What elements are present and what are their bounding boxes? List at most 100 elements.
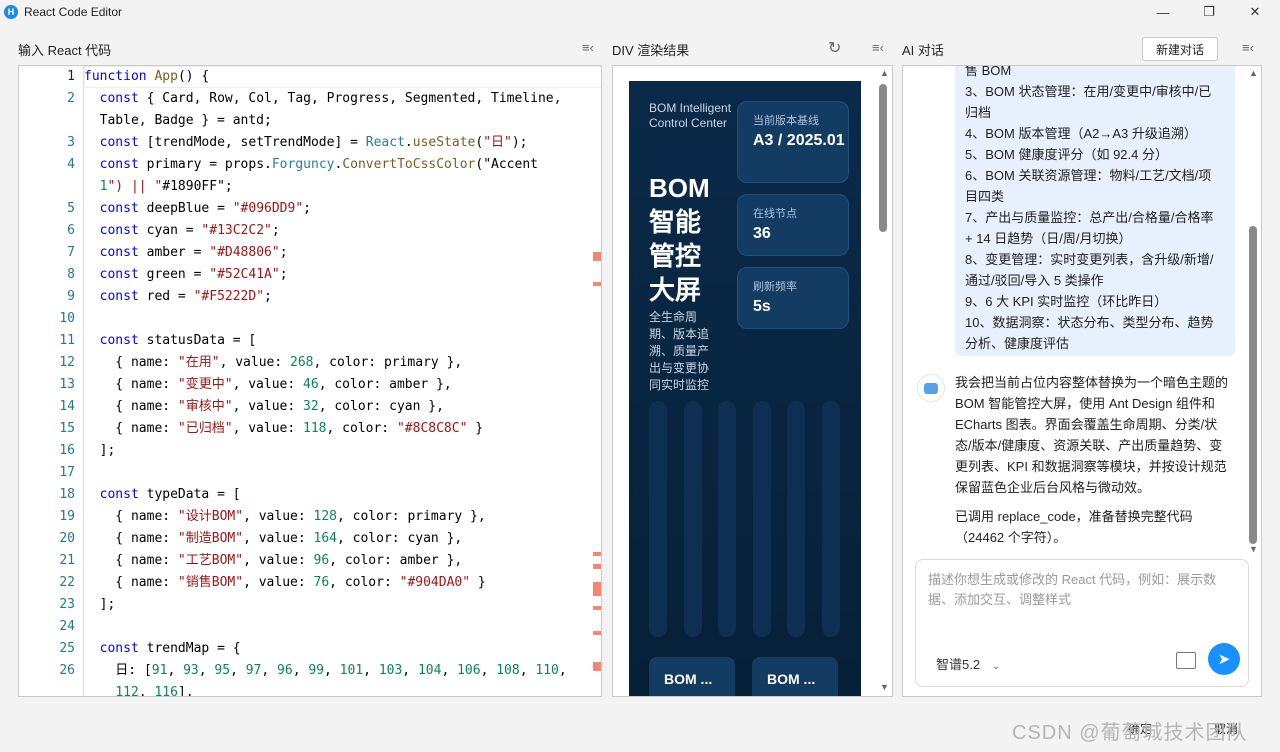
line-number: 26 [59, 663, 75, 678]
code-text: { name: "设计BOM", value: 128, color: prim… [84, 509, 486, 524]
chat-scrollbar[interactable] [1249, 226, 1257, 544]
line-number: 12 [59, 355, 75, 370]
scroll-down-icon[interactable]: ▼ [880, 682, 889, 692]
line-number: 10 [59, 311, 75, 326]
code-line[interactable]: 23 ]; [19, 594, 601, 616]
line-number: 9 [67, 289, 75, 304]
model-selector[interactable]: 智谱5.2 ⌄ [936, 654, 1000, 673]
user-message-line: 6、BOM 关联资源管理：物料/工艺/文档/项 [965, 168, 1212, 183]
screen-title: BOM 智能 管控 大屏 [649, 173, 710, 305]
line-number: 1 [67, 69, 75, 84]
code-line[interactable]: 1") || "#1890FF"; [19, 176, 601, 198]
code-line[interactable]: 19 { name: "设计BOM", value: 128, color: p… [19, 506, 601, 528]
bot-message-line: BOM 智能管控大屏，使用 Ant Design 组件和 [955, 396, 1216, 411]
code-line[interactable]: 4 const primary = props.Forguncy.Convert… [19, 154, 601, 176]
line-number: 15 [59, 421, 75, 436]
line-number: 22 [59, 575, 75, 590]
code-line[interactable]: 5 const deepBlue = "#096DD9"; [19, 198, 601, 220]
code-text: { name: "已归档", value: 118, color: "#8C8C… [84, 421, 484, 436]
code-line[interactable]: 9 const red = "#F5222D"; [19, 286, 601, 308]
user-message-line: 目四类 [965, 189, 1005, 204]
code-text: const red = "#F5222D"; [99, 289, 272, 304]
code-line[interactable]: 6 const cyan = "#13C2C2"; [19, 220, 601, 242]
line-number: 14 [59, 399, 75, 414]
code-line[interactable]: 16 ]; [19, 440, 601, 462]
scroll-up-icon[interactable]: ▲ [880, 68, 889, 78]
code-line[interactable]: 17 [19, 462, 601, 484]
code-text: const green = "#52C41A"; [99, 267, 288, 282]
collapse-editor-icon[interactable]: ≡‹ [582, 40, 594, 55]
code-text: ]; [84, 443, 116, 458]
scroll-up-icon[interactable]: ▲ [1249, 68, 1258, 78]
image-upload-icon[interactable] [1176, 652, 1196, 669]
code-text: const primary = props.Forguncy.ConvertTo… [99, 157, 538, 172]
code-line[interactable]: Table, Badge } = antd; [19, 110, 601, 132]
chat-panel: 售 BOM 3、BOM 状态管理：在用/变更中/审核中/已 归档 4、BOM 版本管理… [902, 65, 1262, 697]
refresh-card: 刷新频率 5s [737, 267, 849, 329]
code-line[interactable]: 24 [19, 616, 601, 638]
user-message-line: 归档 [965, 105, 992, 120]
chat-input[interactable]: 描述你想生成或修改的 React 代码，例如：展示数据、添加交互、调整样式 智谱… [915, 559, 1249, 687]
code-line[interactable]: 20 { name: "制造BOM", value: 164, color: c… [19, 528, 601, 550]
collapse-chat-icon[interactable]: ≡‹ [1242, 40, 1254, 55]
chevron-down-icon: ⌄ [991, 661, 1001, 672]
line-number: 2 [67, 91, 75, 106]
dashboard-screen: BOM Intelligent Control Center BOM 智能 管控… [629, 81, 861, 696]
code-line[interactable]: 25 const trendMap = { [19, 638, 601, 660]
code-text: const amber = "#D48806"; [99, 245, 288, 260]
code-text: const deepBlue = "#096DD9"; [99, 201, 311, 216]
code-text: 日: [91, 93, 95, 97, 96, 99, 101, 103, 10… [84, 663, 567, 678]
render-preview[interactable]: BOM Intelligent Control Center BOM 智能 管控… [612, 65, 893, 697]
overview-marker [593, 606, 601, 610]
code-line[interactable]: 10 [19, 308, 601, 330]
code-text: 112, 116], [115, 685, 194, 697]
code-line[interactable]: 8 const green = "#52C41A"; [19, 264, 601, 286]
code-line[interactable]: 1 function App() { [19, 66, 601, 88]
code-text: const statusData = [ [99, 333, 257, 348]
line-number: 8 [67, 267, 75, 282]
code-text: const typeData = [ [99, 487, 241, 502]
screen-subtitle: BOM Intelligent Control Center [649, 101, 732, 130]
code-line[interactable]: 14 { name: "审核中", value: 32, color: cyan… [19, 396, 601, 418]
line-number: 6 [67, 223, 75, 238]
code-line[interactable]: 15 { name: "已归档", value: 118, color: "#8… [19, 418, 601, 440]
bot-status-line: 已调用 replace_code，准备替换完整代码 [955, 509, 1193, 524]
code-line[interactable]: 18 const typeData = [ [19, 484, 601, 506]
line-number: 17 [59, 465, 75, 480]
bot-avatar-icon [917, 374, 945, 402]
line-number: 21 [59, 553, 75, 568]
code-line[interactable]: 2 const { Card, Row, Col, Tag, Progress,… [19, 88, 601, 110]
minimize-button[interactable]: — [1140, 0, 1186, 24]
kpi-column [787, 401, 805, 637]
kpi-column [684, 401, 702, 637]
code-editor[interactable]: 1 function App() {2 const { Card, Row, Co… [18, 65, 602, 697]
code-line[interactable]: 112, 116], [19, 682, 601, 697]
send-button[interactable]: ➤ [1208, 643, 1240, 675]
collapse-preview-icon[interactable]: ≡‹ [872, 40, 884, 55]
code-line[interactable]: 13 { name: "变更中", value: 46, color: ambe… [19, 374, 601, 396]
code-line[interactable]: 12 { name: "在用", value: 268, color: prim… [19, 352, 601, 374]
user-message-line: 分析、健康度评估 [965, 336, 1070, 351]
screen-description: 全生命周期、版本追溯、质量产出与变更协同实时监控 [649, 310, 710, 392]
line-number: 5 [67, 201, 75, 216]
user-message-line: 9、6 大 KPI 实时监控（环比昨日） [965, 294, 1168, 309]
code-line[interactable]: 26 日: [91, 93, 95, 97, 96, 99, 101, 103,… [19, 660, 601, 682]
code-text: { name: "制造BOM", value: 164, color: cyan… [84, 531, 463, 546]
nodes-card: 在线节点 36 [737, 194, 849, 256]
kpi-column [753, 401, 771, 637]
code-line[interactable]: 21 { name: "工艺BOM", value: 96, color: am… [19, 550, 601, 572]
maximize-button[interactable]: ❐ [1186, 0, 1232, 24]
kpi-column [718, 401, 736, 637]
refresh-icon[interactable]: ↻ [828, 38, 841, 58]
code-line[interactable]: 7 const amber = "#D48806"; [19, 242, 601, 264]
close-button[interactable]: ✕ [1232, 0, 1278, 24]
code-line[interactable]: 3 const [trendMode, setTrendMode] = Reac… [19, 132, 601, 154]
code-line[interactable]: 22 { name: "销售BOM", value: 76, color: "#… [19, 572, 601, 594]
new-chat-button[interactable]: 新建对话 [1142, 37, 1218, 61]
preview-scrollbar[interactable] [879, 84, 887, 232]
kpi-column [649, 401, 667, 637]
scroll-down-icon[interactable]: ▼ [1249, 544, 1258, 554]
user-message-line: 10、数据洞察：状态分布、类型分布、趋势 [965, 315, 1214, 330]
code-line[interactable]: 11 const statusData = [ [19, 330, 601, 352]
line-number: 23 [59, 597, 75, 612]
